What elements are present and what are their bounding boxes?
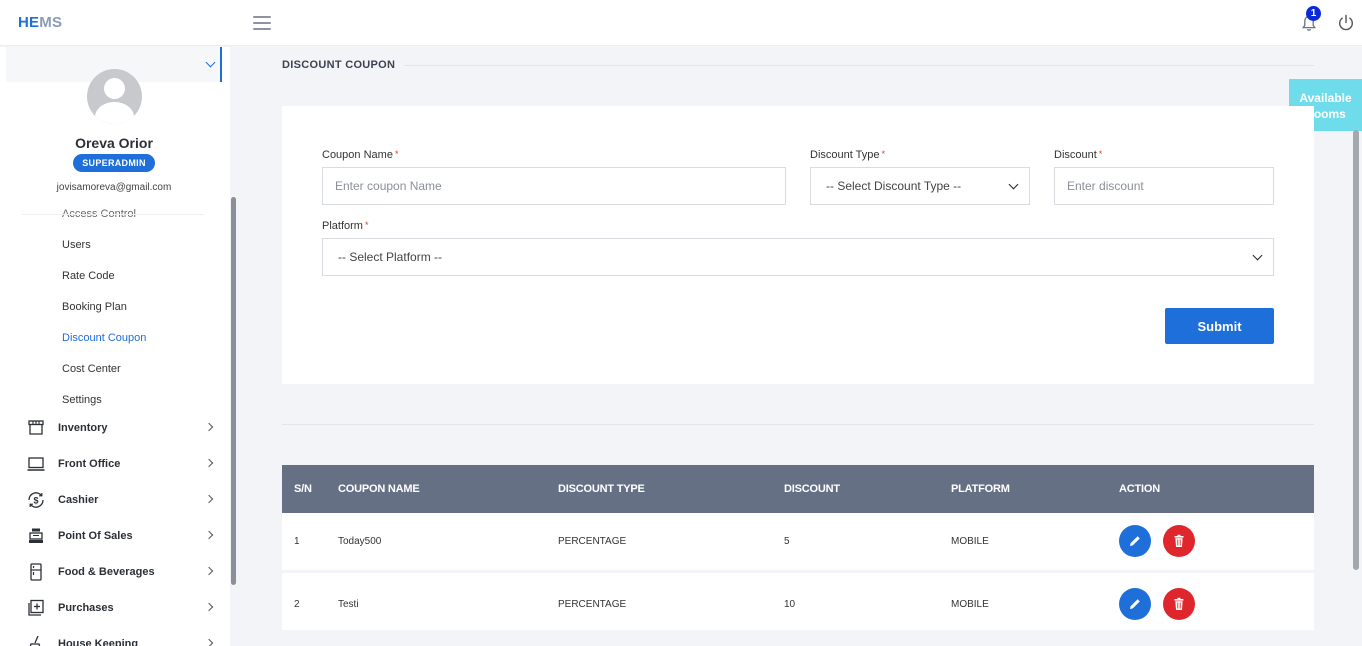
- column-header-discount: DISCOUNT: [784, 483, 840, 495]
- currency-exchange-icon: $: [28, 492, 44, 508]
- cell-discount: 10: [784, 599, 796, 610]
- logo-part-2: MS: [39, 14, 63, 31]
- column-header-discount-type: DISCOUNT TYPE: [558, 483, 645, 495]
- title-divider: [404, 65, 1314, 66]
- chevron-right-icon: [204, 458, 214, 468]
- sidebar-item-label: Point Of Sales: [58, 530, 133, 542]
- coupon-form-card: Coupon Name* Discount Type* -- Select Di…: [282, 106, 1314, 384]
- sidebar-item-cashier[interactable]: $ Cashier: [26, 491, 218, 511]
- app-logo[interactable]: HEMS: [18, 14, 62, 31]
- sidebar-item-label: Cashier: [58, 494, 99, 506]
- pencil-icon: [1130, 599, 1140, 609]
- delete-button[interactable]: [1163, 525, 1195, 557]
- chevron-right-icon: [204, 494, 214, 504]
- cash-register-icon: [29, 528, 43, 543]
- menu-toggle-icon[interactable]: [253, 16, 271, 30]
- chevron-right-icon: [204, 566, 214, 576]
- table-row: 2 Testi PERCENTAGE 10 MOBILE: [282, 570, 1314, 627]
- avatar: [87, 69, 142, 124]
- broom-icon: [29, 635, 41, 646]
- sidebar-item-point-of-sales[interactable]: Point Of Sales: [26, 527, 218, 547]
- store-icon: [28, 420, 44, 435]
- role-badge: SUPERADMIN: [73, 154, 155, 172]
- coupon-name-input[interactable]: [322, 167, 786, 205]
- edit-button[interactable]: [1119, 525, 1151, 557]
- main-scrollbar[interactable]: [1353, 130, 1359, 570]
- discount-type-label: Discount Type *: [810, 149, 886, 161]
- sidebar-item-inventory[interactable]: Inventory: [26, 419, 218, 439]
- cell-platform: MOBILE: [951, 599, 989, 610]
- column-header-coupon-name: COUPON NAME: [338, 483, 420, 495]
- column-header-action: ACTION: [1119, 483, 1160, 495]
- discount-input[interactable]: [1054, 167, 1274, 205]
- sidebar-item-purchases[interactable]: Purchases: [26, 599, 218, 619]
- table-row: 1 Today500 PERCENTAGE 5 MOBILE: [282, 513, 1314, 570]
- delete-button[interactable]: [1163, 588, 1195, 620]
- platform-label: Platform *: [322, 220, 369, 232]
- sidebar-divider: [22, 214, 204, 215]
- submit-button[interactable]: Submit: [1165, 308, 1274, 344]
- top-bar: HEMS 1: [0, 0, 1362, 46]
- sidebar-item-front-office[interactable]: Front Office: [26, 455, 218, 475]
- sidebar-subitem-settings[interactable]: Settings: [62, 394, 102, 406]
- column-header-sn: S/N: [294, 483, 312, 495]
- cell-coupon-name: Testi: [338, 599, 359, 610]
- sidebar-subitem-cost-center[interactable]: Cost Center: [62, 363, 121, 375]
- chevron-right-icon: [204, 602, 214, 612]
- cell-discount: 5: [784, 536, 790, 547]
- user-name: Oreva Orior: [75, 135, 153, 151]
- sidebar: Oreva Orior SUPERADMIN jovisamoreva@gmai…: [0, 47, 230, 646]
- sidebar-item-house-keeping[interactable]: House Keeping: [26, 635, 218, 646]
- sidebar-item-food-beverages[interactable]: Food & Beverages: [26, 563, 218, 583]
- sidebar-item-label: Front Office: [58, 458, 121, 470]
- notification-badge: 1: [1306, 6, 1321, 21]
- sidebar-item-label: Purchases: [58, 602, 114, 614]
- trash-icon: [1174, 597, 1184, 610]
- sidebar-subitem-rate-code[interactable]: Rate Code: [62, 270, 115, 282]
- platform-selected-value: -- Select Platform --: [338, 250, 443, 264]
- column-header-platform: PLATFORM: [951, 483, 1010, 495]
- platform-select[interactable]: -- Select Platform --: [322, 238, 1274, 276]
- cell-discount-type: PERCENTAGE: [558, 599, 627, 610]
- coupon-table: S/N COUPON NAME DISCOUNT TYPE DISCOUNT P…: [282, 465, 1314, 630]
- sidebar-scrollbar[interactable]: [231, 197, 236, 585]
- chevron-down-icon: [205, 57, 216, 68]
- logo-part-1: HE: [18, 14, 40, 31]
- fridge-icon: [30, 563, 42, 581]
- page-title: DISCOUNT COUPON: [282, 59, 396, 71]
- discount-type-select[interactable]: -- Select Discount Type --: [810, 167, 1030, 205]
- sidebar-subitem-booking-plan[interactable]: Booking Plan: [62, 301, 127, 313]
- cell-discount-type: PERCENTAGE: [558, 536, 627, 547]
- chevron-right-icon: [204, 530, 214, 540]
- sidebar-item-label: Inventory: [58, 422, 108, 434]
- pencil-icon: [1130, 536, 1140, 546]
- cell-sn: 2: [294, 599, 300, 610]
- sidebar-item-label: House Keeping: [58, 638, 139, 646]
- discount-type-selected-value: -- Select Discount Type --: [826, 179, 962, 193]
- sidebar-item-label: Food & Beverages: [58, 566, 155, 578]
- table-header: S/N COUPON NAME DISCOUNT TYPE DISCOUNT P…: [282, 465, 1314, 513]
- section-divider: [282, 424, 1314, 425]
- coupon-name-label: Coupon Name *: [322, 149, 399, 161]
- chevron-right-icon: [204, 422, 214, 432]
- sidebar-subitem-discount-coupon[interactable]: Discount Coupon: [62, 332, 146, 344]
- cell-sn: 1: [294, 536, 300, 547]
- power-icon[interactable]: [1337, 14, 1355, 32]
- add-box-icon: [28, 599, 44, 616]
- laptop-icon: [27, 457, 45, 471]
- cell-coupon-name: Today500: [338, 536, 382, 547]
- sidebar-subitem-users[interactable]: Users: [62, 239, 91, 251]
- chevron-down-icon: [1252, 250, 1263, 261]
- cell-platform: MOBILE: [951, 536, 989, 547]
- edit-button[interactable]: [1119, 588, 1151, 620]
- trash-icon: [1174, 534, 1184, 547]
- discount-label: Discount *: [1054, 149, 1103, 161]
- chevron-right-icon: [204, 638, 214, 646]
- user-email: jovisamoreva@gmail.com: [56, 182, 172, 193]
- chevron-down-icon: [1008, 179, 1019, 190]
- svg-text:$: $: [33, 496, 38, 506]
